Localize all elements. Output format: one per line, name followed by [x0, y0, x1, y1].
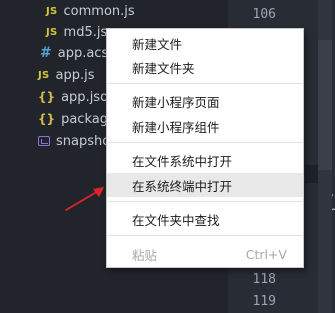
tree-item-snapshot[interactable]: snapshot	[38, 130, 115, 152]
menu-item-new-miniprogram-component[interactable]: 新建小程序组件	[107, 114, 303, 138]
menu-item-new-miniprogram-page[interactable]: 新建小程序页面	[107, 89, 303, 113]
tree-item-app-js[interactable]: JS app.js	[38, 64, 95, 86]
json-file-icon: {}	[38, 112, 56, 126]
menu-separator	[108, 142, 302, 143]
context-menu: 新建文件 新建文件夹 新建小程序页面 新建小程序组件 在文件系统中打开 在系统终…	[106, 28, 304, 268]
editor-scrollbar[interactable]	[318, 0, 332, 313]
tree-item-label: md5.js	[63, 24, 108, 40]
stylesheet-file-icon: #	[40, 45, 52, 61]
menu-item-paste: 粘贴 Ctrl+V	[107, 242, 303, 266]
menu-item-label: 在系统终端中打开	[132, 178, 233, 194]
tree-item-label: app.js	[55, 67, 95, 83]
menu-item-open-in-file-system[interactable]: 在文件系统中打开	[107, 148, 303, 172]
line-number: 106	[252, 7, 276, 22]
tree-item-common-js[interactable]: JS common.js	[46, 0, 135, 22]
menu-separator	[108, 201, 302, 202]
json-file-icon: {}	[38, 90, 56, 104]
line-number: 118	[252, 272, 276, 287]
javascript-file-icon: JS	[46, 26, 58, 38]
menu-item-find-in-folder[interactable]: 在文件夹中查找	[107, 207, 303, 231]
tree-item-app-acss[interactable]: # app.acss	[40, 42, 115, 64]
menu-item-label: 在文件系统中打开	[132, 153, 233, 169]
menu-item-new-folder[interactable]: 新建文件夹	[107, 55, 303, 79]
javascript-file-icon: JS	[38, 69, 50, 81]
menu-item-new-file[interactable]: 新建文件	[107, 31, 303, 55]
menu-separator	[108, 235, 302, 236]
line-number: 119	[252, 294, 276, 309]
menu-item-label: 在文件夹中查找	[132, 212, 220, 228]
menu-item-label: 粘贴	[132, 247, 158, 263]
menu-item-open-in-terminal[interactable]: 在系统终端中打开	[107, 173, 303, 197]
javascript-file-icon: JS	[46, 5, 58, 17]
menu-item-label: 新建小程序页面	[132, 94, 220, 110]
menu-item-label: 新建文件	[132, 36, 183, 52]
image-file-icon	[38, 136, 50, 146]
menu-item-label: 新建文件夹	[132, 60, 195, 76]
editor-highlight	[305, 165, 318, 183]
menu-item-shortcut: Ctrl+V	[245, 246, 287, 262]
menu-separator	[108, 83, 302, 84]
tree-item-md5-js[interactable]: JS md5.js	[46, 21, 107, 43]
scrollbar-thumb[interactable]	[318, 40, 332, 170]
tree-item-app-json[interactable]: {} app.json	[38, 86, 116, 108]
tree-item-label: common.js	[63, 3, 135, 19]
menu-item-label: 新建小程序组件	[132, 119, 220, 135]
